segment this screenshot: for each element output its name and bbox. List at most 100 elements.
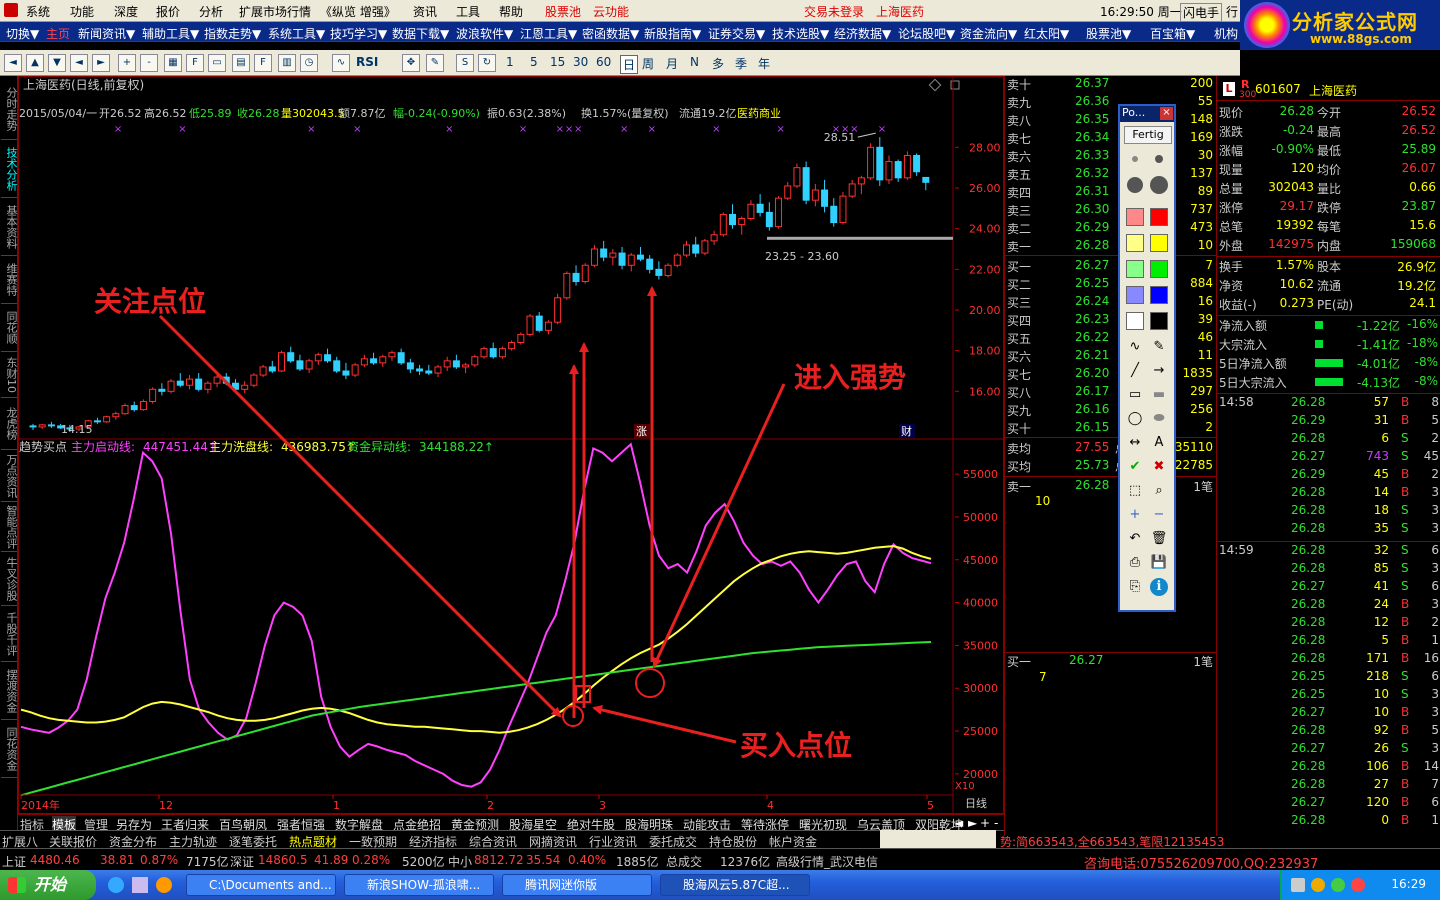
task-sina-show[interactable]: 新浪SHOW-孤浪啸... — [344, 874, 494, 896]
task-tencent-mini[interactable]: 腾讯网迷你版 — [502, 874, 652, 896]
tab-scroll-control[interactable]: - — [994, 816, 998, 830]
copy-icon[interactable]: ⎘ — [1126, 578, 1144, 596]
color-yellow-swatch[interactable] — [1150, 234, 1168, 252]
tray-network-icon[interactable] — [1291, 878, 1305, 892]
side-tab[interactable]: 万点资讯 — [1, 450, 18, 502]
fertig-button[interactable]: Fertig — [1124, 126, 1172, 144]
link-item[interactable]: 数据下载▼ — [392, 25, 449, 42]
split-icon[interactable]: ▥ — [278, 54, 296, 72]
clock-icon[interactable]: ◷ — [300, 54, 318, 72]
start-button[interactable]: 开始 — [0, 870, 96, 900]
sell-level-row[interactable]: 卖一 26.28 10 — [1005, 238, 1217, 256]
color-light-blue-swatch[interactable] — [1126, 286, 1144, 304]
formula-icon[interactable]: F — [186, 54, 204, 72]
refresh-icon[interactable]: ↻ — [478, 54, 496, 72]
link-item[interactable]: 红太阳▼ — [1024, 25, 1069, 42]
left-arrow-icon[interactable]: ◄ — [70, 54, 88, 72]
color-black-swatch[interactable] — [1150, 312, 1168, 330]
desktop-icon[interactable] — [132, 877, 148, 893]
diamond-icon[interactable] — [928, 78, 942, 92]
link-item[interactable]: 新股指南▼ — [644, 25, 701, 42]
save-icon[interactable]: 💾 — [1150, 554, 1168, 572]
menu-news[interactable]: 资讯 — [413, 3, 437, 20]
menu-system[interactable]: 系统 — [26, 3, 50, 20]
mini-toolbar[interactable] — [880, 830, 996, 848]
task-guhai-fengyun[interactable]: 股海风云5.87C超... — [660, 874, 810, 896]
buy-level-row[interactable]: 买九 26.16 256 — [1005, 402, 1217, 420]
color-red-swatch[interactable] — [1150, 208, 1168, 226]
buy-level-row[interactable]: 买七 26.20 1835 — [1005, 366, 1217, 384]
menu-depth[interactable]: 深度 — [114, 3, 138, 20]
link-item[interactable]: 切换▼ — [6, 25, 39, 42]
ellipse-tool-icon[interactable]: ◯ — [1126, 410, 1144, 428]
side-tab[interactable]: 同花顺 — [1, 304, 18, 352]
chart-canvas[interactable]: 上海医药(日线,前复权) 2015/05/04/一 开26.52 高26.52 低25.… — [19, 77, 1005, 815]
color-light-green-swatch[interactable] — [1126, 260, 1144, 278]
link-item[interactable]: 江恩工具▼ — [520, 25, 577, 42]
side-tab[interactable]: 摆渡资金 — [1, 662, 18, 720]
double-arrow-tool-icon[interactable]: ↔ — [1126, 434, 1144, 452]
link-item[interactable]: 辅助工具▼ — [142, 25, 199, 42]
collapse-icon[interactable] — [950, 80, 960, 90]
side-tab[interactable]: 牛叉诊股 — [1, 552, 18, 606]
dot-large-icon[interactable] — [1127, 177, 1143, 193]
menu-analysis[interactable]: 分析 — [199, 3, 223, 20]
arrow-tool-icon[interactable]: → — [1150, 362, 1168, 380]
menu-tools[interactable]: 工具 — [456, 3, 480, 20]
calc-icon[interactable]: S — [456, 54, 474, 72]
grid-icon[interactable]: ▦ — [164, 54, 182, 72]
move-icon[interactable]: ✥ — [402, 54, 420, 72]
buy-level-row[interactable]: 买八 26.17 297 — [1005, 384, 1217, 402]
minus-tool-icon[interactable]: − — [1150, 506, 1168, 524]
link-item[interactable]: 新闻资讯▼ — [78, 25, 135, 42]
dot-xlarge-icon[interactable] — [1150, 176, 1168, 194]
pencil-icon[interactable]: ✎ — [426, 54, 444, 72]
link-item[interactable]: 证券交易▼ — [708, 25, 765, 42]
zoom-tool-icon[interactable]: ⌕ — [1150, 482, 1168, 500]
link-item[interactable]: 股票池▼ — [1086, 25, 1131, 42]
side-tab[interactable]: 智能点评 — [1, 502, 18, 552]
period-5[interactable]: 日 — [620, 55, 639, 74]
buy-level-row[interactable]: 买十 26.15 2 — [1005, 420, 1217, 438]
period-2[interactable]: 15 — [550, 55, 565, 69]
layout-icon[interactable]: ▤ — [232, 54, 250, 72]
print-icon[interactable]: ⎙ — [1126, 554, 1144, 572]
side-tab[interactable]: 维赛特 — [1, 256, 18, 304]
sell-level-row[interactable]: 卖三 26.30 737 — [1005, 202, 1217, 220]
buy-level-row[interactable]: 买六 26.21 11 — [1005, 348, 1217, 366]
period-4[interactable]: 60 — [596, 55, 611, 69]
eraser-tool-icon[interactable]: ✎ — [1150, 338, 1168, 356]
buy-level-row[interactable]: 买四 26.23 39 — [1005, 312, 1217, 330]
side-tab[interactable]: 龙虎榜 — [1, 398, 18, 450]
menu-function[interactable]: 功能 — [70, 3, 94, 20]
tab-scroll-control[interactable]: ► — [968, 816, 977, 830]
color-blue-swatch[interactable] — [1150, 286, 1168, 304]
buy-level-row[interactable]: 买三 26.24 16 — [1005, 294, 1217, 312]
buy-level-row[interactable]: 买一 26.27 7 — [1005, 258, 1217, 276]
cross-icon[interactable]: ✖ — [1150, 458, 1168, 476]
side-tab[interactable]: 基本资料 — [1, 198, 18, 256]
range-band[interactable] — [767, 236, 953, 240]
close-icon[interactable]: × — [1160, 107, 1173, 120]
link-item[interactable]: 波浪软件▼ — [456, 25, 513, 42]
period-6[interactable]: 周 — [642, 55, 654, 72]
link-item[interactable]: 论坛股吧▼ — [898, 25, 955, 42]
color-white-swatch[interactable] — [1126, 312, 1144, 330]
period-10[interactable]: 季 — [735, 55, 747, 72]
tray-qq-icon[interactable] — [1311, 878, 1325, 892]
back-icon[interactable]: ◄ — [4, 54, 22, 72]
link-item[interactable]: 主页 — [46, 25, 70, 42]
period-3[interactable]: 30 — [573, 55, 588, 69]
link-item[interactable]: 机构 — [1214, 25, 1238, 42]
menu-extended-market[interactable]: 扩展市场行情 — [239, 3, 311, 20]
side-tab[interactable]: 分时走势 — [1, 78, 18, 140]
menu-overview[interactable]: 《纵览 增强》 — [320, 3, 396, 20]
curve-tool-icon[interactable]: ∿ — [1126, 338, 1144, 356]
drawing-tools-window[interactable]: Po... × Fertig ∿ ✎ ╱ → ▭ ▬ ◯ ⬬ ↔ A ✔ ✖ ⬚ ⌕ + − ↶ 🗑 ⎙ 💾 ⎘ ℹ — [1118, 104, 1176, 612]
tab-scroll-control[interactable]: ◄ — [954, 816, 963, 830]
down-arrow-icon[interactable]: ▼ — [48, 54, 66, 72]
period-7[interactable]: 月 — [666, 55, 678, 72]
menu-cloud[interactable]: 云功能 — [593, 3, 629, 20]
side-tab[interactable]: 东财10 — [1, 352, 18, 398]
info-icon[interactable]: ℹ — [1150, 578, 1168, 596]
